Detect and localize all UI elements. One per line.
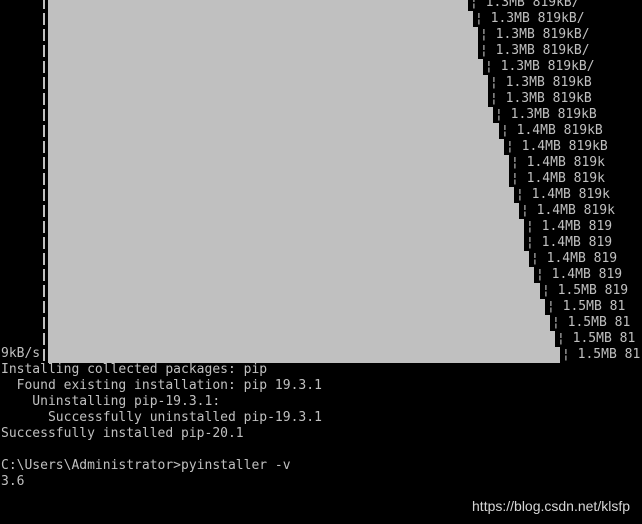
progress-status-text: ¦ 1.4MB 819	[536, 267, 623, 282]
progress-status-text: ¦ 1.4MB 819k	[516, 187, 610, 202]
bar-left-edge	[43, 173, 45, 185]
bar-left-edge	[43, 301, 45, 313]
progress-bar-fill	[48, 203, 519, 219]
progress-bar-fill	[48, 107, 493, 123]
progress-bar-fill	[48, 299, 545, 315]
bar-left-edge	[43, 45, 45, 57]
bar-left-edge	[43, 237, 45, 249]
progress-status-text: ¦ 1.5MB 81	[547, 299, 626, 314]
bar-left-edge	[43, 349, 45, 361]
uninstalled-line: Successfully uninstalled pip-19.3.1	[1, 410, 322, 425]
bar-left-edge	[43, 189, 45, 201]
bar-left-edge	[43, 125, 45, 137]
progress-status-text: ¦ 1.3MB 819kB	[495, 107, 597, 122]
progress-bar-fill	[48, 187, 514, 203]
progress-bar-fill	[48, 331, 555, 347]
bar-left-edge	[43, 157, 45, 169]
console-window[interactable]: ¦ 1.3MB 819kB/¦ 1.3MB 819kB/¦ 1.3MB 819k…	[0, 0, 642, 524]
progress-status-text: ¦ 1.3MB 819kB	[490, 91, 592, 106]
progress-status-text: ¦ 1.3MB 819kB/	[475, 11, 585, 26]
bar-left-edge	[43, 317, 45, 329]
progress-bar-fill	[48, 267, 534, 283]
progress-bar-fill	[48, 235, 524, 251]
bar-left-edge	[43, 333, 45, 345]
progress-status-text: ¦ 1.5MB 81	[557, 331, 636, 346]
progress-status-text: ¦ 1.4MB 819	[531, 251, 618, 266]
progress-status-text: ¦ 1.4MB 819	[526, 219, 613, 234]
bar-left-edge	[43, 0, 45, 9]
bar-left-edge	[43, 77, 45, 89]
bar-left-edge	[43, 109, 45, 121]
progress-bar-fill	[48, 11, 473, 27]
progress-status-text: ¦ 1.3MB 819kB/	[470, 0, 580, 10]
progress-status-text: ¦ 1.5MB 819	[542, 283, 629, 298]
progress-bar-fill	[48, 347, 560, 363]
progress-bar-fill	[48, 139, 504, 155]
progress-bar-fill	[48, 0, 468, 11]
progress-status-text: ¦ 1.4MB 819k	[511, 171, 605, 186]
found-existing-line: Found existing installation: pip 19.3.1	[1, 378, 322, 393]
bar-left-edge	[43, 269, 45, 281]
progress-bar-fill	[48, 27, 478, 43]
progress-bar-fill	[48, 59, 483, 75]
bar-left-edge	[43, 141, 45, 153]
progress-status-text: ¦ 1.4MB 819	[526, 235, 613, 250]
progress-status-text: ¦ 1.3MB 819kB/	[480, 27, 590, 42]
progress-bar-fill	[48, 75, 488, 91]
progress-bar-fill	[48, 43, 478, 59]
progress-bar-fill	[48, 283, 540, 299]
progress-bar-fill	[48, 91, 488, 107]
progress-status-text: ¦ 1.3MB 819kB/	[480, 43, 590, 58]
progress-bar-fill	[48, 315, 550, 331]
progress-status-text: ¦ 1.4MB 819k	[521, 203, 615, 218]
uninstalling-line: Uninstalling pip-19.3.1:	[1, 394, 221, 409]
progress-status-text: ¦ 1.4MB 819kB	[501, 123, 603, 138]
bar-left-edge	[43, 221, 45, 233]
progress-status-text: ¦ 1.5MB 81	[552, 315, 631, 330]
progress-bar-fill	[48, 251, 529, 267]
command-prompt-line[interactable]: C:\Users\Administrator>pyinstaller -v	[1, 458, 291, 474]
watermark: https://blog.csdn.net/klsfp	[472, 498, 630, 514]
download-rate-tail: 9kB/s	[1, 346, 41, 361]
bar-left-edge	[43, 93, 45, 105]
bar-left-edge	[43, 61, 45, 73]
progress-bar-fill	[48, 155, 509, 171]
installing-line: Installing collected packages: pip	[1, 362, 268, 377]
command-output-line: 3.6	[1, 474, 25, 489]
progress-status-text: ¦ 1.4MB 819k	[511, 155, 605, 170]
bar-left-edge	[43, 205, 45, 217]
bar-left-edge	[43, 253, 45, 265]
installed-line: Successfully installed pip-20.1	[1, 426, 244, 441]
progress-status-text: ¦ 1.3MB 819kB/	[485, 59, 595, 74]
bar-left-edge	[43, 13, 45, 25]
progress-bar-fill	[48, 171, 509, 187]
progress-bar-fill	[48, 219, 524, 235]
progress-bar-fill	[48, 123, 499, 139]
progress-status-text: ¦ 1.3MB 819kB	[490, 75, 592, 90]
progress-status-text: ¦ 1.5MB 81	[562, 347, 641, 362]
progress-status-text: ¦ 1.4MB 819kB	[506, 139, 608, 154]
bar-left-edge	[43, 29, 45, 41]
bar-left-edge	[43, 285, 45, 297]
